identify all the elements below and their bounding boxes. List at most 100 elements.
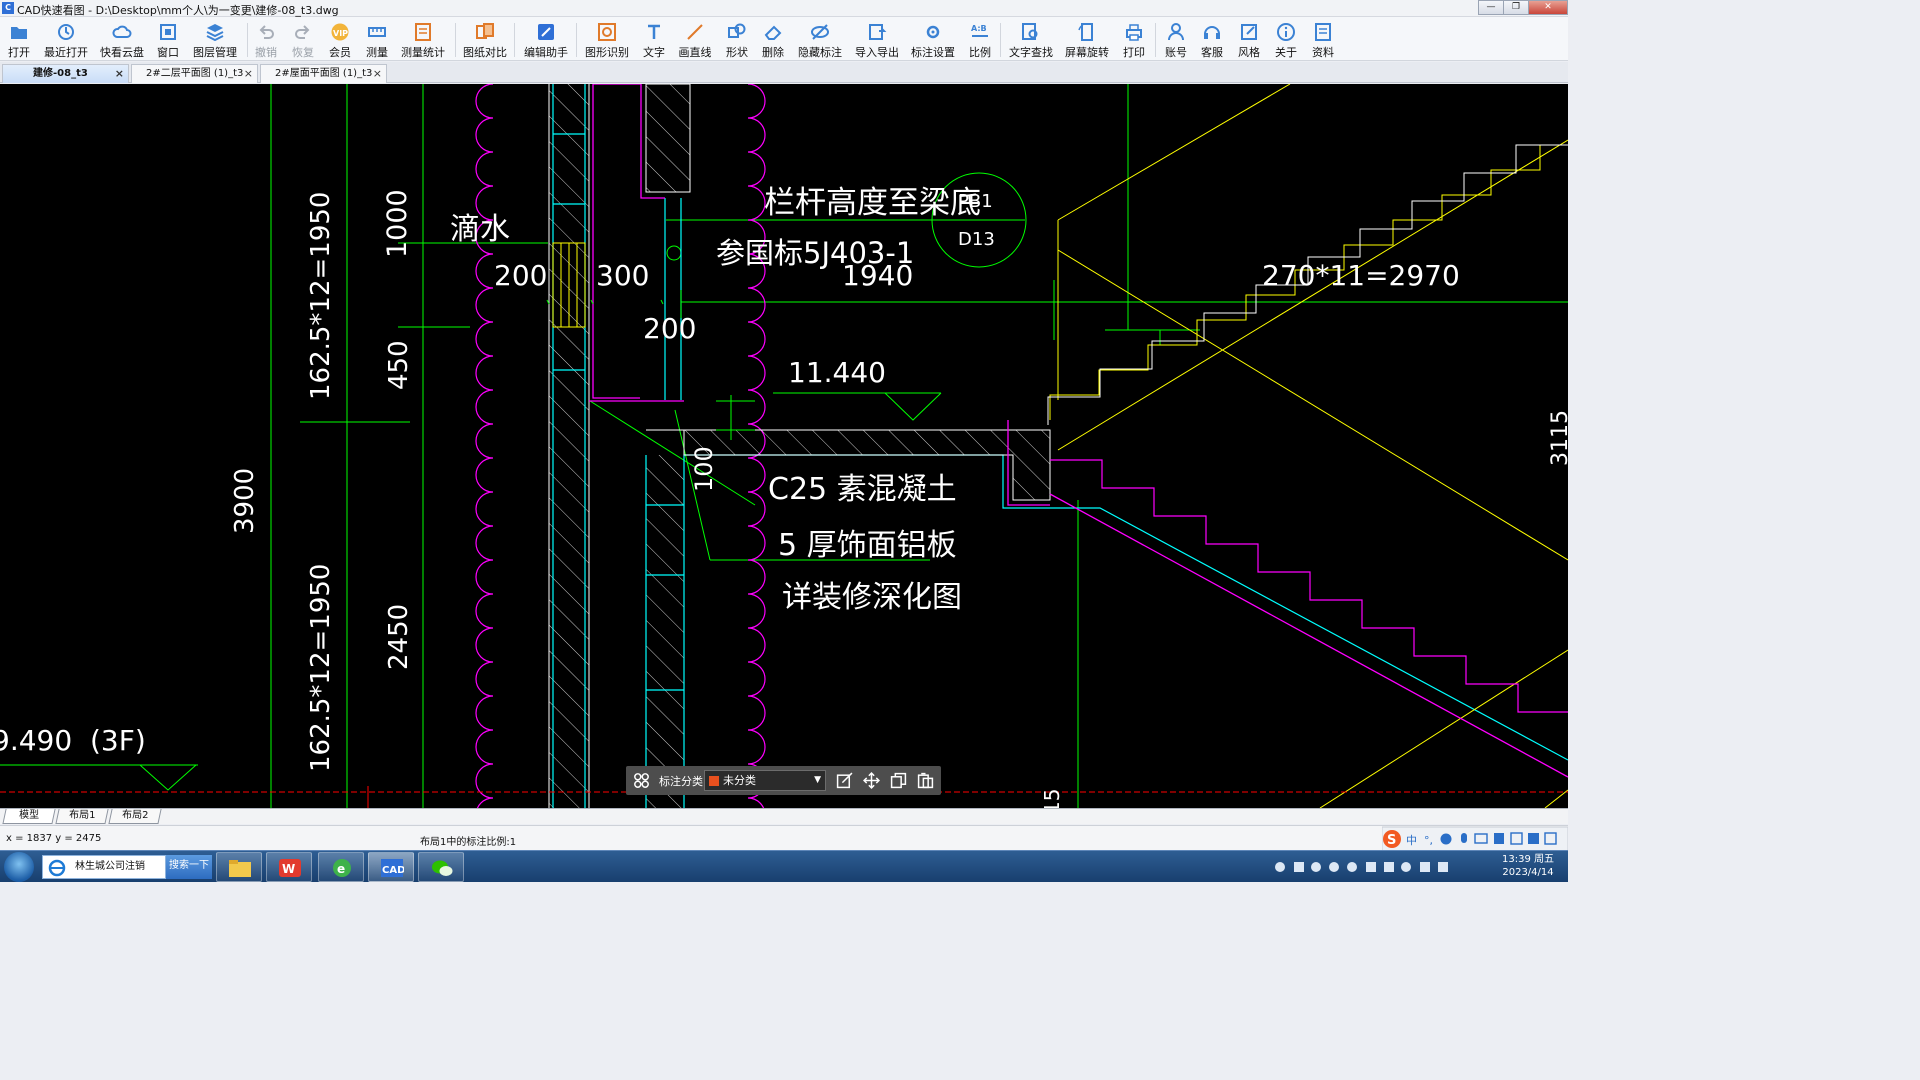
main-toolbar: 打开 最近打开 快看云盘 窗口 图层管理 撤销 恢复 VIP 会员 测量 测量统计 图纸对比 编辑助手图…	[0, 17, 1568, 61]
taskbar-cad[interactable]: CAD	[368, 852, 414, 882]
restore-button[interactable]: ❐	[1503, 0, 1529, 15]
folder-icon	[229, 860, 251, 877]
toolbar-button-17[interactable]: 隐藏标注	[790, 19, 850, 61]
category-selected-value: 未分类	[723, 774, 756, 787]
edit-note-icon[interactable]	[836, 772, 853, 789]
shape-recognize-icon	[598, 23, 616, 41]
svg-text:°,: °,	[1424, 834, 1433, 847]
layout-tab-label: 模型	[19, 810, 40, 821]
annotation-settings-icon	[926, 25, 940, 39]
toolbar-button-1[interactable]: 最近打开	[36, 19, 96, 61]
search-button[interactable]: 搜索一下	[166, 855, 212, 879]
dim-text-200-left: 200	[494, 259, 548, 292]
tab-close-icon[interactable]: ×	[115, 65, 124, 83]
grid-apps-icon[interactable]	[633, 772, 650, 789]
drip-label: 滴水	[450, 212, 510, 247]
move-icon[interactable]	[863, 772, 880, 789]
annotation-category-select[interactable]: 未分类 ▼	[704, 770, 826, 791]
rotate-screen-icon	[1078, 23, 1093, 41]
bottom-dim: 15	[1040, 788, 1064, 808]
detail-ref-d13: D13	[958, 229, 995, 250]
tab-label: 2#二层平面图 (1)_t3	[146, 68, 244, 79]
layout-tab-layout2[interactable]: 布局2	[108, 809, 162, 824]
toolbar-button-18[interactable]: 导入导出	[847, 19, 907, 61]
browser-icon: e	[333, 859, 351, 877]
toolbar-button-label: 编辑助手	[524, 46, 568, 59]
drawing-canvas[interactable]: 1000 162.5*12=1950 滴水 450 200 300 200 39…	[0, 84, 1568, 808]
cursor-coordinates: x = 1837 y = 2475	[6, 833, 102, 844]
elevation-3f-floor: (3F)	[90, 724, 146, 757]
paste-icon[interactable]	[917, 772, 934, 789]
tab-close-icon[interactable]: ×	[373, 65, 382, 83]
chevron-down-icon: ▼	[814, 775, 821, 785]
toolbar-button-label: 测量统计	[401, 46, 445, 59]
window-title: CAD快速看图 - D:\Desktop\mm个人\为一变更\建修-08_t3.…	[17, 4, 339, 17]
taskbar-browser[interactable]: e	[318, 852, 364, 882]
svg-text:VIP: VIP	[333, 29, 348, 38]
toolbar-button-28[interactable]: 资料	[1293, 19, 1353, 61]
text-icon	[648, 24, 660, 39]
taskbar-explorer[interactable]	[216, 852, 262, 882]
wechat-icon	[432, 860, 453, 876]
taskbar-wechat[interactable]	[418, 852, 464, 882]
copy-icon[interactable]	[890, 772, 907, 789]
toolbar-separator	[1155, 23, 1156, 57]
tab-close-icon[interactable]: ×	[244, 65, 253, 83]
toolbar-button-9[interactable]: 测量统计	[393, 19, 453, 61]
layout-tab-label: 布局2	[121, 810, 149, 821]
layout-tab-model[interactable]: 模型	[2, 809, 56, 824]
taskbar-clock[interactable]: 13:39 周五 2023/4/14	[1502, 853, 1554, 879]
railing-height-note: 栏杆高度至梁底	[764, 185, 981, 221]
close-button[interactable]: ✕	[1528, 0, 1568, 15]
os-taskbar: 林生城公司注销 搜索一下 W e CAD 13:39 周五 2023/4/14	[0, 850, 1568, 882]
layers-icon	[206, 24, 224, 42]
dim-text-1940: 1940	[842, 259, 914, 292]
import-export-icon	[869, 24, 887, 40]
tab-label: 建修-08_t3	[33, 68, 88, 79]
line-icon	[687, 24, 703, 40]
annotation-category-label: 标注分类	[659, 775, 703, 788]
windows-start-icon[interactable]	[4, 852, 34, 882]
toolbar-button-label: 图纸对比	[463, 46, 507, 59]
toolbar-button-label: 隐藏标注	[798, 46, 842, 59]
dim-text-100: 100	[690, 446, 718, 492]
toolbar-button-label: 文字查找	[1009, 46, 1053, 59]
tab-label: 2#屋面平面图 (1)_t3	[275, 68, 373, 79]
tab-roof-plan[interactable]: 2#屋面平面图 (1)_t3 ×	[260, 64, 387, 83]
svg-text:A:B: A:B	[971, 24, 987, 33]
compare-icon	[476, 23, 494, 39]
ime-toolbar[interactable]: S 中 °,	[1382, 826, 1568, 851]
status-bar: x = 1837 y = 2475 布局1中的标注比例:1 S 中 °,	[0, 825, 1568, 851]
toolbar-button-10[interactable]: 图纸对比	[455, 19, 515, 61]
layout-tab-layout1[interactable]: 布局1	[55, 809, 109, 824]
dim-text-300: 300	[596, 259, 650, 292]
aluminum-panel-note: 5 厚饰面铝板	[778, 528, 957, 563]
detail-ref-pb1: PB1	[958, 191, 993, 212]
svg-text:W: W	[282, 862, 295, 876]
svg-text:e: e	[337, 862, 345, 876]
taskbar-wps[interactable]: W	[266, 852, 312, 882]
toolbar-button-11[interactable]: 编辑助手	[516, 19, 576, 61]
window-controls: — ❐ ✕	[1478, 0, 1568, 15]
stair-dim-text: 270*11=2970	[1262, 259, 1460, 292]
measure-stats-icon	[415, 23, 431, 41]
annotation-scale-text: 布局1中的标注比例:1	[420, 837, 517, 848]
toolbar-separator	[1000, 23, 1001, 57]
dim-text-3900: 3900	[230, 467, 260, 534]
layout-tab-label: 布局1	[68, 810, 96, 821]
tab-jianxiu-08[interactable]: 建修-08_t3 ×	[2, 64, 129, 83]
toolbar-button-21[interactable]: 文字查找	[1001, 19, 1061, 61]
minimize-button[interactable]: —	[1478, 0, 1504, 15]
category-color-swatch	[709, 776, 719, 786]
toolbar-separator	[576, 23, 577, 57]
layout-tabs: 模型 布局1 布局2	[0, 808, 1568, 824]
tab-second-floor-plan[interactable]: 2#二层平面图 (1)_t3 ×	[131, 64, 258, 83]
printer-icon	[1126, 24, 1142, 41]
dim-text-1000: 1000	[382, 189, 413, 258]
system-tray-icons[interactable]	[1268, 851, 1488, 882]
elevation-11440: 11.440	[788, 356, 886, 389]
wps-icon: W	[279, 859, 301, 877]
toolbar-separator	[247, 23, 248, 57]
app-window: C CAD快速看图 - D:\Desktop\mm个人\为一变更\建修-08_t…	[0, 0, 1568, 882]
toolbar-button-label: 导入导出	[855, 46, 899, 59]
